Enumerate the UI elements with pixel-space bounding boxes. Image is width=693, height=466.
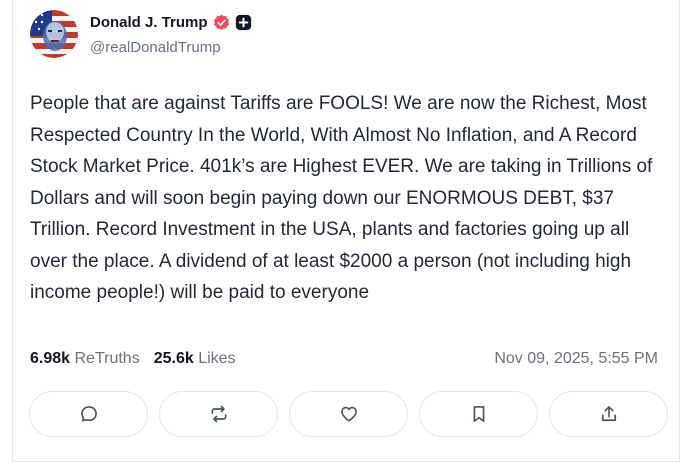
- likes-count: 25.6k: [153, 350, 194, 367]
- retruths-label: ReTruths: [74, 350, 140, 367]
- post-timestamp[interactable]: Nov 09, 2025, 5:55 PM: [494, 350, 658, 368]
- action-bar: [29, 391, 668, 437]
- retruths-count: 6.98k: [30, 350, 71, 367]
- retruth-button[interactable]: [159, 391, 278, 437]
- verified-badge-icon: [213, 14, 230, 31]
- author-row: Donald J. Trump: [90, 14, 252, 31]
- share-icon: [601, 406, 616, 422]
- post-stats: 6.98k ReTruths 25.6k Likes: [30, 350, 236, 368]
- retruths-stat[interactable]: 6.98k ReTruths: [30, 350, 140, 368]
- author-handle[interactable]: @realDonaldTrump: [90, 39, 221, 56]
- post-text: People that are against Tariffs are FOOL…: [30, 93, 658, 303]
- likes-stat[interactable]: 25.6k Likes: [154, 350, 236, 368]
- likes-label: Likes: [198, 350, 236, 367]
- avatar-image: [30, 10, 78, 58]
- like-button[interactable]: [289, 391, 408, 437]
- repost-icon: [211, 405, 226, 423]
- reply-button[interactable]: [29, 391, 148, 437]
- bookmark-button[interactable]: [419, 391, 538, 437]
- share-button[interactable]: [549, 391, 668, 437]
- comment-icon: [80, 406, 97, 422]
- bookmark-icon: [473, 406, 484, 422]
- avatar[interactable]: [30, 10, 78, 58]
- heart-icon: [340, 406, 357, 422]
- plus-box-icon[interactable]: [235, 14, 252, 31]
- author-name[interactable]: Donald J. Trump: [90, 14, 208, 31]
